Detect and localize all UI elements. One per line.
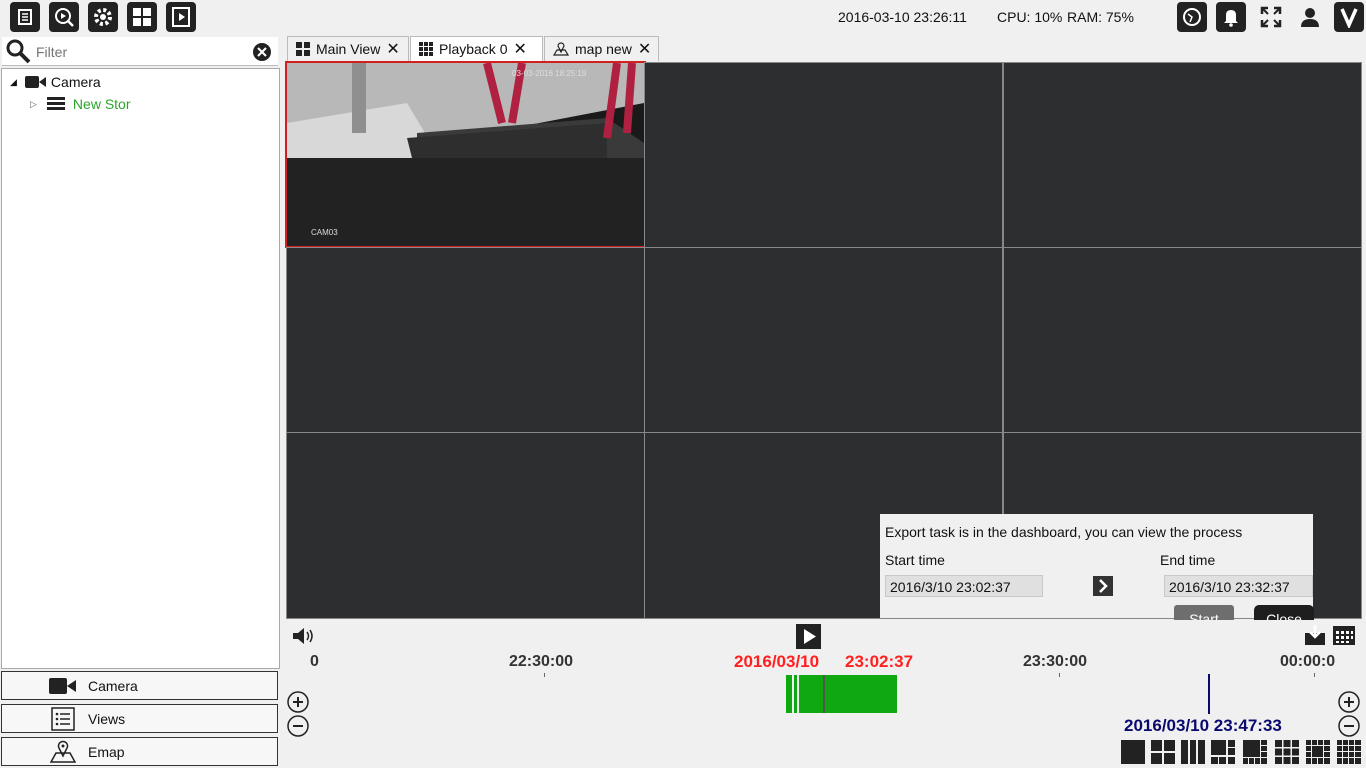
recording-segment[interactable] — [799, 675, 897, 713]
cursor-time: 2016/03/10 23:47:33 — [1124, 716, 1282, 735]
device-tree: ◢ Camera ▷ New Stor — [1, 68, 280, 669]
filter-input[interactable] — [34, 41, 248, 63]
layout-6-icon[interactable] — [1211, 740, 1235, 764]
globe-icon[interactable] — [1177, 2, 1207, 32]
layout-8-icon[interactable] — [1243, 740, 1267, 764]
film-icon[interactable] — [166, 2, 196, 32]
grid-icon — [419, 42, 433, 56]
selection-time: 23:02:37 — [845, 652, 914, 671]
recording-segment[interactable] — [794, 675, 797, 713]
map-pin-icon — [553, 42, 569, 56]
search-icon — [6, 39, 31, 64]
collapse-arrow-icon[interactable]: ▷ — [30, 99, 37, 110]
video-cell[interactable] — [286, 432, 645, 619]
camera-icon — [48, 674, 78, 698]
end-time-field[interactable]: 2016/3/10 23:32:37 — [1164, 575, 1313, 597]
layout-9-icon[interactable] — [1275, 740, 1299, 764]
storage-icon — [46, 97, 65, 110]
selection-marker[interactable] — [823, 675, 825, 713]
export-message: Export task is in the dashboard, you can… — [885, 524, 1243, 540]
zoom-out-icon[interactable] — [1338, 715, 1360, 737]
export-dialog: Export task is in the dashboard, you can… — [880, 514, 1313, 618]
selection-date: 2016/03/10 — [734, 652, 820, 671]
list-view-icon — [48, 707, 78, 731]
grid-icon[interactable] — [127, 2, 157, 32]
video-cell[interactable] — [286, 247, 645, 433]
zoom-in-icon[interactable] — [1338, 691, 1360, 713]
timeline-tick: 00:00:0 — [1280, 653, 1336, 670]
list-icon[interactable] — [10, 2, 40, 32]
search-playback-icon[interactable] — [49, 2, 79, 32]
nav-views-label: Views — [88, 711, 126, 727]
user-icon[interactable] — [1295, 2, 1325, 32]
tab-label: Main View — [316, 41, 381, 57]
tick-mark — [1314, 673, 1315, 677]
nav-emap-label: Emap — [88, 744, 125, 760]
close-icon[interactable]: ✕ — [513, 39, 526, 59]
tab-map-new[interactable]: map new ✕ — [544, 36, 659, 61]
start-time-field[interactable]: 2016/3/10 23:02:37 — [885, 575, 1043, 597]
video-cell[interactable] — [1003, 62, 1362, 248]
camera-icon — [24, 76, 46, 88]
timeline-tick: 23:30:00 — [1023, 653, 1088, 670]
grid-icon — [296, 42, 310, 56]
calendar-icon[interactable] — [1332, 624, 1356, 646]
clear-icon[interactable] — [252, 42, 272, 62]
playback-cursor[interactable] — [1208, 674, 1210, 714]
nav-camera-button[interactable]: Camera — [1, 671, 278, 700]
tree-item-new-stor[interactable]: ▷ New Stor — [30, 96, 131, 112]
tab-playback[interactable]: Playback 0 ✕ — [410, 36, 543, 61]
tree-item-camera[interactable]: ◢ Camera — [10, 74, 101, 90]
expand-arrow-icon[interactable]: ◢ — [10, 77, 17, 88]
camera-feed-image — [287, 63, 644, 246]
map-pin-icon — [48, 740, 78, 764]
timeline-tick: 0 — [310, 653, 319, 670]
layout-13-icon[interactable] — [1306, 740, 1330, 764]
video-cell-cam03[interactable]: 03-03-2016 18:25:19 CAM03 — [285, 61, 646, 248]
tick-mark — [1059, 673, 1060, 677]
status-ram: RAM: 75% — [1067, 9, 1134, 25]
tree-label-new-stor: New Stor — [72, 96, 131, 112]
filter-box — [2, 37, 278, 66]
video-timestamp-overlay: 03-03-2016 18:25:19 — [512, 69, 587, 78]
play-icon[interactable] — [796, 624, 821, 649]
bell-icon[interactable] — [1216, 2, 1246, 32]
fullscreen-icon[interactable] — [1256, 2, 1286, 32]
end-time-label: End time — [1160, 552, 1216, 568]
status-cpu: CPU: 10% — [997, 9, 1063, 25]
close-icon[interactable]: ✕ — [638, 39, 651, 59]
volume-icon[interactable] — [292, 627, 316, 645]
gear-icon[interactable] — [88, 2, 118, 32]
export-download-icon[interactable] — [1304, 624, 1326, 646]
chevron-right-icon[interactable] — [1093, 576, 1113, 596]
tick-mark — [544, 673, 545, 677]
layout-1-icon[interactable] — [1121, 740, 1145, 764]
top-toolbar: 2016-03-10 23:26:11 CPU: 10% RAM: 75% — [0, 0, 1366, 35]
status-datetime: 2016-03-10 23:26:11 — [838, 9, 967, 25]
close-icon[interactable]: ✕ — [386, 39, 399, 59]
nav-views-button[interactable]: Views — [1, 704, 278, 733]
video-cell[interactable] — [644, 247, 1003, 433]
timeline-tick: 22:30:00 — [509, 653, 574, 670]
tab-label: Playback 0 — [439, 41, 508, 57]
layout-columns-icon[interactable] — [1181, 740, 1205, 764]
start-time-label: Start time — [885, 552, 945, 568]
nav-emap-button[interactable]: Emap — [1, 737, 278, 766]
video-camera-label: CAM03 — [311, 228, 338, 237]
layout-16-icon[interactable] — [1337, 740, 1361, 764]
tab-label: map new — [575, 41, 632, 57]
video-cell[interactable] — [644, 62, 1003, 248]
nav-camera-label: Camera — [88, 678, 138, 694]
recording-segment[interactable] — [786, 675, 792, 713]
tree-label-camera: Camera — [50, 74, 101, 90]
v-logo-icon — [1334, 2, 1364, 32]
tab-main-view[interactable]: Main View ✕ — [287, 36, 409, 61]
video-cell[interactable] — [1003, 247, 1362, 433]
layout-4-icon[interactable] — [1151, 740, 1175, 764]
zoom-in-icon[interactable] — [287, 691, 309, 713]
zoom-out-icon[interactable] — [287, 715, 309, 737]
